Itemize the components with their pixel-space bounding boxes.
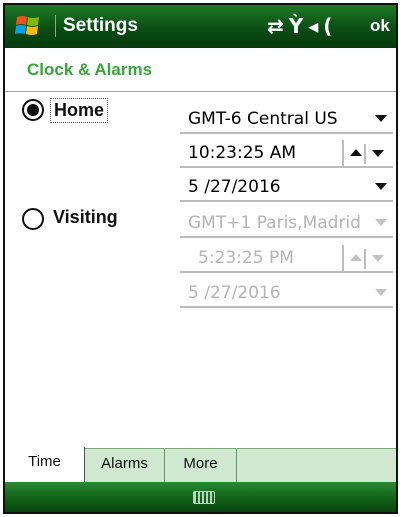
visiting-date-select: 5 /27/2016 bbox=[180, 280, 393, 308]
home-radio[interactable] bbox=[22, 99, 44, 121]
app-title: Settings bbox=[63, 15, 138, 36]
device-screen: Settings ⇄Ỳ◂( ok Clock & Alarms Home GMT… bbox=[3, 3, 398, 514]
chevron-down-icon[interactable] bbox=[375, 115, 387, 122]
title-separator bbox=[55, 15, 56, 37]
home-date-value: 5 /27/2016 bbox=[188, 177, 281, 197]
home-time-spinner[interactable] bbox=[342, 140, 393, 168]
title-bar: Settings ⇄Ỳ◂( ok bbox=[5, 5, 396, 48]
home-label[interactable]: Home bbox=[50, 98, 109, 123]
visiting-radio[interactable] bbox=[22, 208, 44, 230]
page-title: Clock & Alarms bbox=[27, 60, 153, 79]
tab-more[interactable]: More bbox=[165, 449, 237, 483]
spin-up-icon bbox=[350, 254, 362, 261]
home-time-field[interactable]: 10:23:25 AM bbox=[180, 140, 393, 168]
spinner-divider bbox=[364, 249, 366, 269]
visiting-timezone-select: GMT+1 Paris,Madrid bbox=[180, 210, 393, 238]
tab-alarms[interactable]: Alarms bbox=[85, 449, 165, 483]
windows-start-icon[interactable] bbox=[15, 13, 41, 39]
volume-icon[interactable]: ◂( bbox=[308, 14, 337, 38]
visiting-date-value: 5 /27/2016 bbox=[188, 283, 281, 303]
keyboard-icon[interactable] bbox=[193, 491, 215, 504]
chevron-down-icon[interactable] bbox=[375, 183, 387, 190]
spinner-divider bbox=[364, 144, 366, 164]
home-date-select[interactable]: 5 /27/2016 bbox=[180, 174, 393, 202]
radio-selected-dot bbox=[27, 104, 39, 116]
chevron-down-icon bbox=[375, 219, 387, 226]
status-icons[interactable]: ⇄Ỳ◂( bbox=[267, 14, 337, 38]
home-time-value: 10:23:25 AM bbox=[188, 143, 297, 163]
tab-time[interactable]: Time bbox=[5, 447, 85, 483]
visiting-timezone-value: GMT+1 Paris,Madrid bbox=[188, 213, 361, 233]
visiting-time-field: 5:23:25 PM bbox=[180, 245, 393, 273]
soft-key-bar bbox=[5, 482, 396, 512]
home-timezone-value: GMT-6 Central US bbox=[188, 109, 338, 129]
tab-bar: Time Alarms More bbox=[5, 447, 396, 483]
home-timezone-select[interactable]: GMT-6 Central US bbox=[180, 106, 393, 134]
chevron-down-icon bbox=[375, 289, 387, 296]
signal-off-icon[interactable]: Ỳ bbox=[289, 14, 308, 38]
visiting-time-spinner bbox=[342, 245, 393, 273]
spin-down-icon[interactable] bbox=[372, 150, 384, 157]
spin-down-icon bbox=[372, 255, 384, 262]
visiting-label[interactable]: Visiting bbox=[53, 207, 118, 228]
visiting-time-value: 5:23:25 PM bbox=[198, 248, 294, 268]
header-divider bbox=[5, 91, 396, 92]
sync-icon[interactable]: ⇄ bbox=[267, 14, 289, 38]
spin-up-icon[interactable] bbox=[350, 149, 362, 156]
ok-button[interactable]: ok bbox=[370, 16, 390, 36]
